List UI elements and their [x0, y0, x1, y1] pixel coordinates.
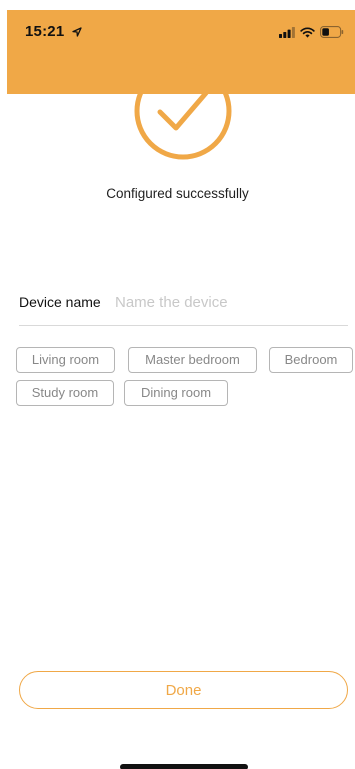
device-name-input[interactable]: [115, 291, 345, 313]
cellular-signal-icon: [279, 25, 295, 43]
status-time: 15:21: [25, 23, 82, 41]
status-icons: [279, 25, 344, 43]
success-message: Configured successfully: [106, 186, 249, 201]
room-tag-master-bedroom[interactable]: Master bedroom: [128, 347, 257, 373]
device-name-row: Device name: [19, 291, 348, 313]
device-name-divider: [19, 325, 348, 326]
room-tag-study-room[interactable]: Study room: [16, 380, 114, 406]
location-arrow-icon: [72, 24, 82, 41]
screen: 15:21 Configured successfully Device nam…: [0, 0, 355, 769]
device-name-label: Device name: [19, 294, 101, 310]
room-tag-bedroom[interactable]: Bedroom: [269, 347, 353, 373]
battery-icon: [320, 25, 344, 43]
done-button[interactable]: Done: [19, 671, 348, 709]
status-time-text: 15:21: [25, 23, 65, 40]
home-indicator[interactable]: [120, 764, 248, 769]
wifi-icon: [300, 25, 315, 43]
room-tag-living-room[interactable]: Living room: [16, 347, 115, 373]
room-tag-dining-room[interactable]: Dining room: [124, 380, 228, 406]
success-checkmark-icon: [134, 62, 232, 160]
